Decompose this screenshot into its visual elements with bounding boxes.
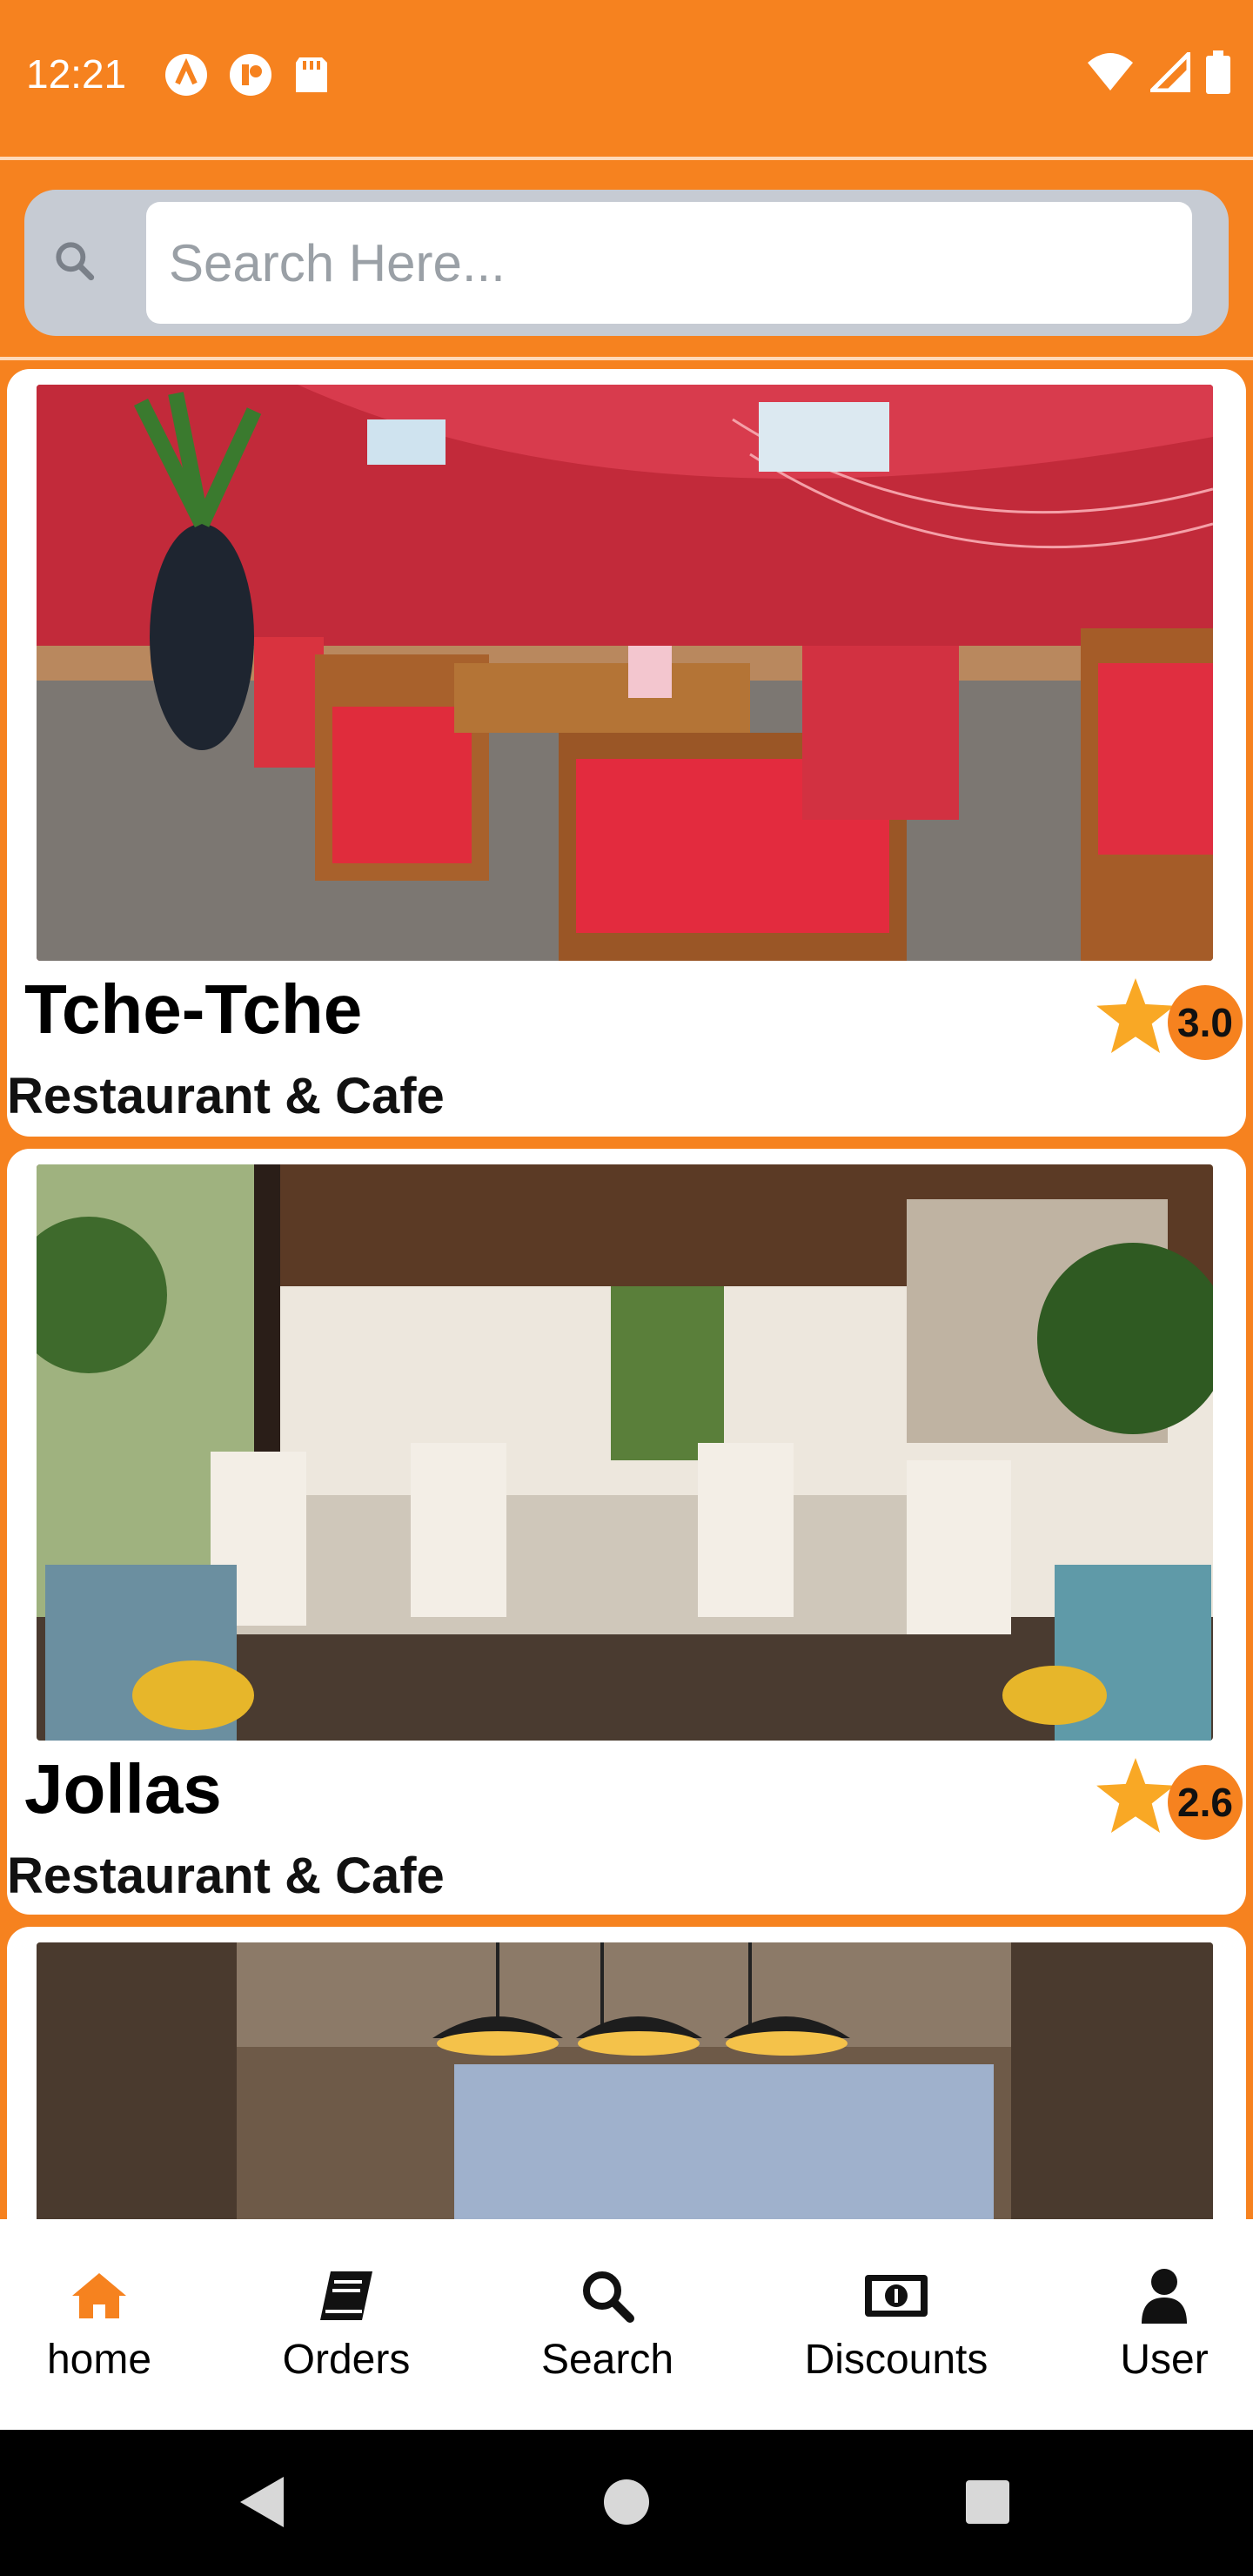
nav-orders-label: Orders [282,2337,411,2383]
app-notification-icon-2 [228,52,273,97]
restaurant-card[interactable]: Jollas Restaurant & Cafe 2.6 [7,1149,1246,1915]
nav-discounts[interactable]: Discounts [766,2219,1027,2430]
wifi-icon [1086,52,1135,92]
search-bar[interactable] [24,190,1229,336]
system-status-icons [1086,50,1230,94]
star-icon [1096,978,1175,1057]
restaurant-category: Restaurant & Cafe [7,1848,445,1904]
restaurant-card[interactable]: Tche-Tche Restaurant & Cafe 3.0 [7,369,1246,1137]
rating-badge: 2.6 [1168,1765,1243,1840]
home-button-icon[interactable] [602,2473,651,2535]
status-time: 12:21 [26,51,127,97]
nav-home-label: home [46,2337,152,2383]
nav-discounts-label: Discounts [804,2337,988,2383]
search-bar-section [0,164,1253,360]
nav-user-label: User [1120,2337,1209,2383]
system-navigation-bar [0,2430,1253,2576]
nav-orders[interactable]: Orders [259,2219,433,2430]
home-icon [70,2266,128,2325]
search-icon [50,237,99,290]
sd-card-icon [292,52,331,97]
search-icon [580,2266,635,2325]
user-icon [1140,2266,1189,2325]
status-bar: 12:21 [0,0,1253,160]
recents-icon[interactable] [964,2473,1011,2535]
restaurant-name: Jollas [24,1750,222,1828]
book-icon [318,2266,374,2325]
nav-home[interactable]: home [12,2219,186,2430]
restaurant-name: Tche-Tche [24,970,363,1048]
app-notification-icon [164,52,209,97]
nav-search[interactable]: Search [520,2219,694,2430]
notification-icons [164,52,331,97]
bottom-navigation: home Orders Search Discounts User [0,2219,1253,2430]
restaurant-image[interactable] [37,385,1213,961]
star-icon [1096,1758,1175,1837]
search-input[interactable] [146,202,1192,324]
money-bill-icon [863,2266,929,2325]
rating-badge: 3.0 [1168,985,1243,1060]
cellular-signal-icon [1150,52,1190,92]
back-icon[interactable] [235,2473,287,2535]
nav-user[interactable]: User [1077,2219,1251,2430]
restaurant-category: Restaurant & Cafe [7,1068,445,1124]
nav-search-label: Search [540,2337,674,2383]
restaurant-image[interactable] [37,1164,1213,1741]
battery-icon [1206,50,1230,94]
